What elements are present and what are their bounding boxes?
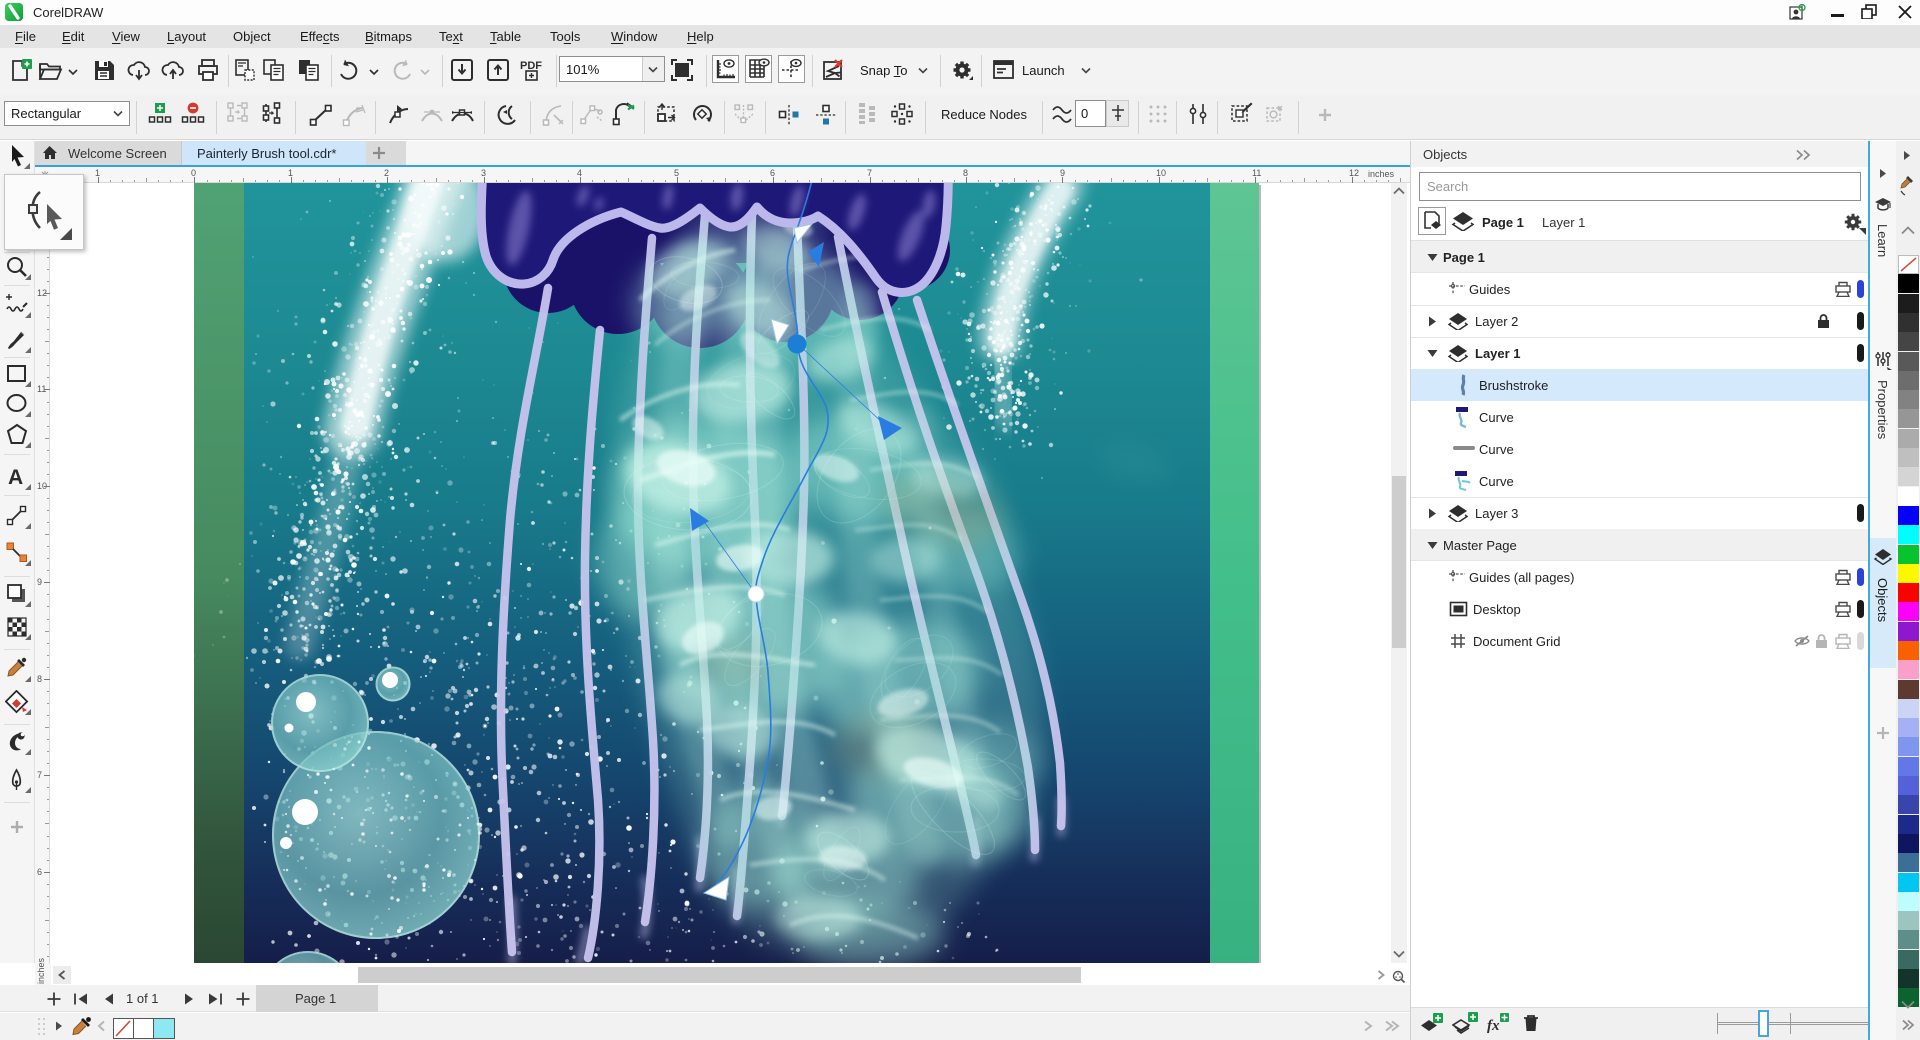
svg-text:A: A xyxy=(8,466,23,489)
svg-text:fx: fx xyxy=(1487,1018,1500,1034)
svg-text:PDF: PDF xyxy=(520,60,542,72)
